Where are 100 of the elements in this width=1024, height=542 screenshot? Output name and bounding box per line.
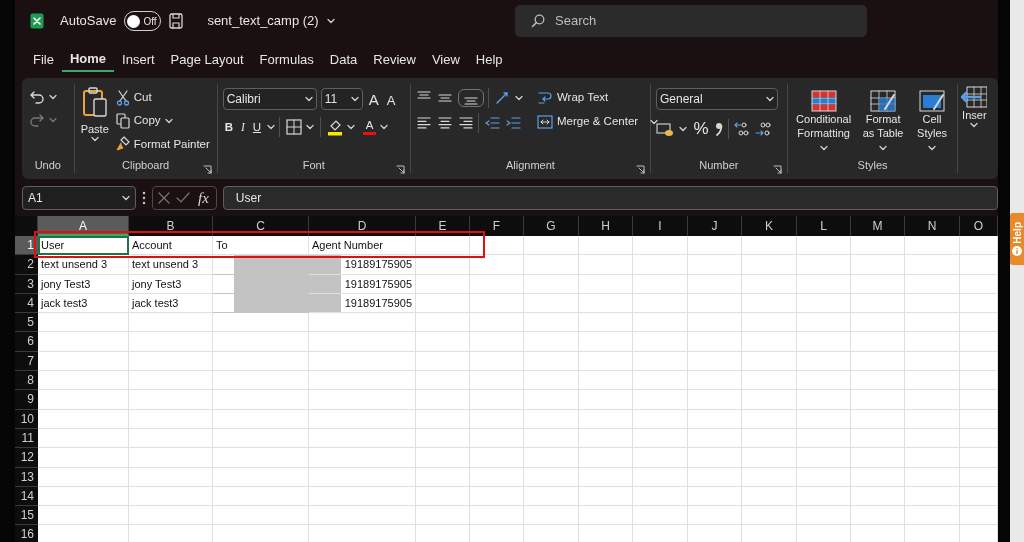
cancel-icon[interactable] bbox=[158, 192, 170, 204]
group-label: Alignment bbox=[506, 157, 555, 173]
row-header[interactable]: 2 bbox=[15, 255, 38, 275]
column-header[interactable]: B bbox=[129, 216, 213, 236]
table-cell[interactable]: 19189175905 bbox=[309, 293, 416, 314]
column-header[interactable]: K bbox=[742, 216, 797, 236]
confirm-icon[interactable] bbox=[176, 192, 190, 204]
dialog-launcher-icon[interactable] bbox=[635, 164, 645, 174]
copy-icon bbox=[115, 112, 130, 129]
caret-icon bbox=[49, 94, 57, 100]
increase-indent-icon[interactable] bbox=[504, 115, 521, 130]
decrease-decimal-icon[interactable] bbox=[754, 120, 771, 137]
table-cell[interactable]: Agent Number bbox=[309, 236, 416, 256]
caret-icon bbox=[164, 117, 173, 124]
cell-styles-button[interactable]: Cell Styles bbox=[911, 88, 953, 157]
orientation-icon[interactable] bbox=[494, 90, 511, 106]
currency-icon[interactable] bbox=[655, 120, 674, 137]
underline-button[interactable]: U bbox=[250, 117, 264, 137]
insert-cells-button[interactable]: Inser bbox=[960, 84, 989, 173]
ribbon-tab[interactable]: Page Layout bbox=[162, 48, 252, 72]
row-header[interactable]: 16 bbox=[15, 525, 38, 542]
table-cell[interactable]: jack test3 bbox=[38, 293, 129, 314]
decrease-indent-icon[interactable] bbox=[484, 115, 501, 130]
table-cell[interactable]: text unsend 3 bbox=[129, 255, 213, 275]
paste-icon bbox=[81, 86, 108, 118]
column-header[interactable]: N bbox=[905, 216, 960, 236]
conditional-formatting-icon bbox=[810, 90, 837, 112]
dialog-launcher-icon[interactable] bbox=[395, 164, 405, 174]
borders-icon bbox=[286, 119, 303, 136]
table-cell[interactable]: jony Test3 bbox=[129, 274, 213, 294]
table-cell[interactable]: text unsend 3 bbox=[38, 255, 129, 275]
column-header[interactable]: E bbox=[416, 216, 470, 236]
caret-icon bbox=[350, 96, 359, 102]
copy-button[interactable]: Copy bbox=[113, 111, 212, 131]
save-icon[interactable] bbox=[169, 13, 184, 29]
table-cell[interactable]: To bbox=[213, 236, 309, 256]
align-left-icon[interactable] bbox=[415, 115, 432, 130]
column-header[interactable]: O bbox=[960, 216, 998, 236]
file-name[interactable]: sent_text_camp (2) bbox=[207, 11, 319, 31]
italic-button[interactable]: I bbox=[238, 117, 247, 137]
column-header[interactable]: I bbox=[633, 216, 688, 236]
conditional-formatting-button[interactable]: Conditional Formatting bbox=[792, 88, 855, 157]
caret-icon bbox=[90, 136, 99, 142]
comma-style-icon[interactable] bbox=[715, 121, 724, 136]
format-painter-button[interactable]: Format Painter bbox=[113, 134, 212, 154]
format-as-table-button[interactable]: Format as Table bbox=[858, 88, 908, 157]
ribbon-tab[interactable]: Review bbox=[365, 48, 424, 72]
table-cell[interactable]: 19189175905 bbox=[309, 255, 416, 275]
caret-icon bbox=[380, 124, 389, 131]
dialog-launcher-icon[interactable] bbox=[772, 164, 782, 174]
more-options-icon[interactable] bbox=[142, 191, 146, 205]
table-cell[interactable]: jack test3 bbox=[129, 293, 213, 314]
font-color-button[interactable]: A bbox=[361, 118, 391, 137]
column-header[interactable]: M bbox=[851, 216, 905, 236]
dialog-launcher-icon[interactable] bbox=[202, 164, 212, 174]
column-header[interactable]: L bbox=[797, 216, 851, 236]
column-header[interactable]: D bbox=[309, 216, 416, 236]
increase-decimal-icon[interactable] bbox=[734, 120, 751, 137]
row-header[interactable]: 6 bbox=[15, 332, 38, 352]
column-header[interactable]: F bbox=[470, 216, 524, 236]
select-all-corner[interactable] bbox=[15, 216, 38, 236]
cut-button[interactable]: Cut bbox=[113, 88, 212, 108]
align-center-icon[interactable] bbox=[436, 115, 453, 130]
row-header[interactable]: 5 bbox=[15, 313, 38, 333]
percent-button[interactable]: % bbox=[691, 114, 711, 143]
grow-font-button[interactable]: A bbox=[366, 88, 381, 113]
row-header[interactable]: 1 bbox=[15, 236, 38, 256]
row-header[interactable]: 8 bbox=[15, 371, 38, 391]
caret-icon bbox=[306, 124, 315, 131]
paste-button[interactable]: Paste bbox=[79, 84, 110, 157]
column-header[interactable]: C bbox=[213, 216, 309, 236]
merge-center-button[interactable]: Merge & Center bbox=[534, 112, 661, 132]
row-header[interactable]: 15 bbox=[15, 506, 38, 526]
ribbon-tab[interactable]: Home bbox=[61, 48, 115, 72]
ribbon-tab[interactable]: Formulas bbox=[251, 48, 322, 72]
row-header[interactable]: 12 bbox=[15, 448, 38, 468]
search-field[interactable]: Search bbox=[515, 5, 867, 37]
ribbon-tab[interactable]: Help bbox=[467, 48, 511, 72]
formula-input[interactable]: User bbox=[222, 186, 998, 210]
bold-button[interactable]: B bbox=[222, 117, 235, 137]
column-header[interactable]: J bbox=[688, 216, 742, 236]
font-name-dropdown[interactable]: Calibri bbox=[222, 88, 317, 110]
borders-button[interactable] bbox=[284, 118, 317, 137]
align-right-icon[interactable] bbox=[457, 115, 474, 130]
table-cell[interactable]: User bbox=[38, 236, 129, 256]
table-cell[interactable]: Account bbox=[129, 236, 213, 256]
table-cell[interactable]: jony Test3 bbox=[38, 274, 129, 294]
name-box[interactable]: A1 bbox=[22, 186, 136, 210]
column-header[interactable]: A bbox=[38, 216, 129, 236]
number-format-dropdown[interactable]: General bbox=[655, 88, 778, 110]
ribbon-tab[interactable]: File bbox=[25, 48, 62, 72]
row-header[interactable]: 9 bbox=[15, 390, 38, 410]
ribbon-tab[interactable]: Insert bbox=[114, 48, 163, 72]
table-cell[interactable]: 19189175905 bbox=[309, 274, 416, 294]
shrink-font-button[interactable]: A bbox=[384, 88, 398, 113]
ribbon-tab[interactable]: View bbox=[423, 48, 468, 72]
font-size-dropdown[interactable]: 11 bbox=[320, 88, 363, 110]
column-header[interactable]: G bbox=[524, 216, 579, 236]
column-header[interactable]: H bbox=[579, 216, 633, 236]
ribbon-tab[interactable]: Data bbox=[321, 48, 366, 72]
